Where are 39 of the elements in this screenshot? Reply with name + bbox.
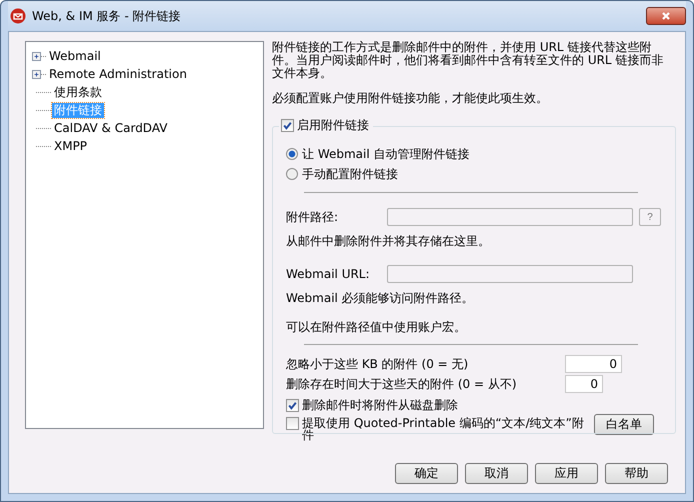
radio-button[interactable] — [286, 148, 298, 160]
note-text: 必须配置账户使用附件链接功能，才能使此项生效。 — [272, 92, 549, 105]
hint-text: 从邮件中删除附件并将其存储在这里。 — [286, 233, 491, 250]
dialog-button[interactable]: 应用 — [535, 463, 598, 484]
attachment-path-field[interactable] — [387, 208, 633, 226]
dialog-button[interactable]: 确定 — [395, 463, 458, 484]
field-label: 忽略小于这些 KB 的附件 (0 = 无) — [286, 356, 470, 372]
tree-item[interactable]: XMPP — [52, 138, 90, 154]
checkbox[interactable] — [286, 417, 299, 430]
field-label: 附件路径: — [286, 208, 340, 226]
number-field[interactable]: 0 — [565, 355, 622, 373]
envelope-icon — [10, 8, 26, 24]
tree-item[interactable]: CalDAV & CardDAV — [52, 120, 170, 136]
dialog-button[interactable]: 取消 — [465, 463, 528, 484]
number-field[interactable]: 0 — [565, 375, 603, 393]
field-label: Webmail URL: — [286, 267, 371, 281]
tree-item[interactable]: 使用条款 — [52, 84, 104, 100]
checkbox[interactable] — [286, 399, 299, 412]
webmail-url-field[interactable] — [387, 265, 633, 283]
hint-text: Webmail 必须能够访问附件路径。 — [286, 290, 475, 307]
description-text: 附件链接的工作方式是删除邮件中的附件，并使用 URL 链接代替这些附件。当用户阅读邮件时，他们将看到邮件中含有转至文件的 URL 链接而非文件本身。 — [272, 41, 664, 80]
radio-label: 手动配置附件链接 — [302, 166, 398, 182]
hint-text: 可以在附件路径值中使用账户宏。 — [286, 319, 467, 336]
tree-item[interactable]: Remote Administration — [47, 66, 189, 82]
expand-icon[interactable] — [32, 52, 41, 60]
radio-label: 让 Webmail 自动管理附件链接 — [302, 146, 470, 162]
checkbox-label: 删除邮件时将附件从磁盘删除 — [302, 399, 459, 411]
whitelist-button[interactable]: 白名单 — [594, 414, 654, 435]
help-button[interactable]: ? — [639, 208, 661, 226]
close-button[interactable] — [646, 7, 686, 25]
field-label: 删除存在时间大于这些天的附件 (0 = 从不) — [286, 376, 518, 392]
tree-item[interactable]: Webmail — [47, 48, 103, 64]
radio-button[interactable] — [286, 168, 298, 180]
window-title: Web, & IM 服务 - 附件链接 — [32, 8, 182, 24]
checkbox-label: 启用附件链接 — [297, 117, 369, 134]
checkbox[interactable] — [281, 119, 294, 132]
expand-icon[interactable] — [32, 70, 41, 78]
close-icon — [661, 11, 671, 21]
dialog-button[interactable]: 帮助 — [605, 463, 668, 484]
